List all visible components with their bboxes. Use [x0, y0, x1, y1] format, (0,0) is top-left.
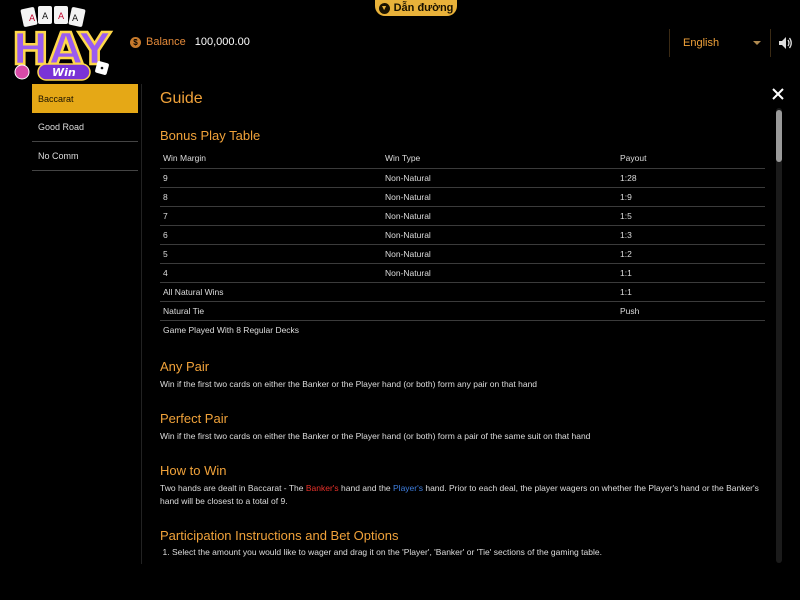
table-cell: 1:1: [617, 281, 765, 301]
divider: [669, 29, 670, 57]
table-cell: 1:3: [617, 224, 765, 244]
table-cell: Non-Natural: [382, 262, 617, 282]
table-note: Game Played With 8 Regular Decks: [160, 319, 765, 339]
table-cell: 1:9: [617, 186, 765, 206]
section-text: Two hands are dealt in Baccarat - The Ba…: [160, 482, 765, 508]
table-cell: Non-Natural: [382, 224, 617, 244]
table-cell: 1:1: [617, 262, 765, 282]
table-cell: Non-Natural: [382, 243, 617, 263]
table-cell: Push: [617, 300, 765, 320]
player-highlight: Player's: [393, 483, 423, 493]
perfect-pair-section: Perfect Pair Win if the first two cards …: [160, 411, 765, 443]
table-row: All Natural Wins 1:1: [160, 281, 765, 301]
table-note-row: Game Played With 8 Regular Decks: [160, 319, 765, 339]
how-to-win-section: How to Win Two hands are dealt in Baccar…: [160, 463, 765, 508]
divider: [770, 29, 771, 57]
table-row: 5 Non-Natural 1:2: [160, 243, 765, 263]
balance-display: $ Balance 100,000.00: [130, 36, 250, 48]
guide-content: Guide Bonus Play Table Win Margin Win Ty…: [160, 90, 765, 557]
table-cell: 1:2: [617, 243, 765, 263]
svg-text:Win: Win: [52, 66, 76, 79]
svg-text:A: A: [42, 12, 49, 22]
table-cell: 1:5: [617, 205, 765, 225]
table-cell: Non-Natural: [382, 167, 617, 187]
balance-label: Balance: [146, 36, 186, 48]
table-cell: 5: [160, 243, 382, 263]
svg-text:A: A: [58, 12, 65, 22]
column-header: Win Margin: [163, 153, 206, 164]
table-cell: 1:28: [617, 167, 765, 187]
table-cell: Non-Natural: [382, 186, 617, 206]
sidebar-divider: [141, 84, 142, 564]
any-pair-section: Any Pair Win if the first two cards on e…: [160, 359, 765, 391]
coin-icon: $: [130, 36, 141, 48]
balance-value: 100,000.00: [194, 36, 250, 48]
table-cell: 9: [160, 167, 382, 187]
text-run: hand and the: [338, 483, 394, 493]
table-cell: 6: [160, 224, 382, 244]
guide-sidebar: Baccarat Good Road No Comm: [32, 84, 138, 171]
list-item: Select the amount you would like to wage…: [172, 547, 765, 557]
sidebar-item-good-road[interactable]: Good Road: [32, 113, 138, 142]
sidebar-item-no-comm[interactable]: No Comm: [32, 142, 138, 171]
section-heading: Participation Instructions and Bet Optio…: [160, 528, 399, 543]
section-heading: Any Pair: [160, 359, 210, 374]
table-header-row: Win Margin Win Type Payout: [160, 149, 765, 168]
table-cell: Non-Natural: [382, 205, 617, 225]
speaker-icon[interactable]: [777, 35, 793, 51]
close-icon[interactable]: [771, 87, 785, 101]
scrollbar-thumb[interactable]: [776, 110, 782, 162]
section-text: Win if the first two cards on either the…: [160, 431, 591, 441]
participation-section: Participation Instructions and Bet Optio…: [160, 528, 765, 557]
caret-down-icon[interactable]: [753, 41, 761, 45]
sidebar-item-baccarat[interactable]: Baccarat: [32, 84, 138, 113]
table-row: 8 Non-Natural 1:9: [160, 186, 765, 206]
table-cell: 8: [160, 186, 382, 206]
table-row: 6 Non-Natural 1:3: [160, 224, 765, 244]
sidebar-item-label: Baccarat: [38, 93, 74, 104]
guide-tab-button[interactable]: ▼ Dẫn đường: [375, 0, 457, 16]
language-select[interactable]: English: [683, 37, 719, 49]
column-header: Payout: [620, 153, 647, 164]
table-row: 9 Non-Natural 1:28: [160, 167, 765, 187]
page-title: Guide: [160, 90, 203, 107]
table-cell: 7: [160, 205, 382, 225]
bonus-play-table: Win Margin Win Type Payout 9 Non-Natural…: [160, 149, 765, 339]
hay-win-logo: A A A A HAY Win: [11, 6, 113, 81]
table-cell: [382, 300, 617, 320]
sidebar-item-label: No Comm: [38, 151, 79, 161]
table-cell: [382, 281, 617, 301]
banker-highlight: Banker's: [305, 483, 339, 493]
svg-text:A: A: [72, 14, 79, 24]
bonus-table-heading: Bonus Play Table: [160, 128, 261, 143]
section-heading: Perfect Pair: [160, 411, 228, 426]
guide-tab-label: Dẫn đường: [393, 2, 454, 14]
scrollbar-track[interactable]: [776, 108, 782, 563]
table-cell: 4: [160, 262, 382, 282]
column-header: Win Type: [385, 153, 421, 164]
svg-text:A: A: [29, 14, 36, 24]
table-row: 4 Non-Natural 1:1: [160, 262, 765, 282]
table-row: 7 Non-Natural 1:5: [160, 205, 765, 225]
text-run: Two hands are dealt in Baccarat - The: [160, 483, 306, 493]
section-text: Win if the first two cards on either the…: [160, 379, 538, 389]
sidebar-item-label: Good Road: [38, 122, 85, 132]
chevron-down-icon: ▼: [378, 2, 390, 14]
table-cell: All Natural Wins: [160, 281, 382, 301]
table-row: Natural Tie Push: [160, 300, 765, 320]
table-cell: Natural Tie: [160, 300, 382, 320]
section-heading: How to Win: [160, 463, 227, 478]
instruction-list: Select the amount you would like to wage…: [160, 547, 765, 557]
